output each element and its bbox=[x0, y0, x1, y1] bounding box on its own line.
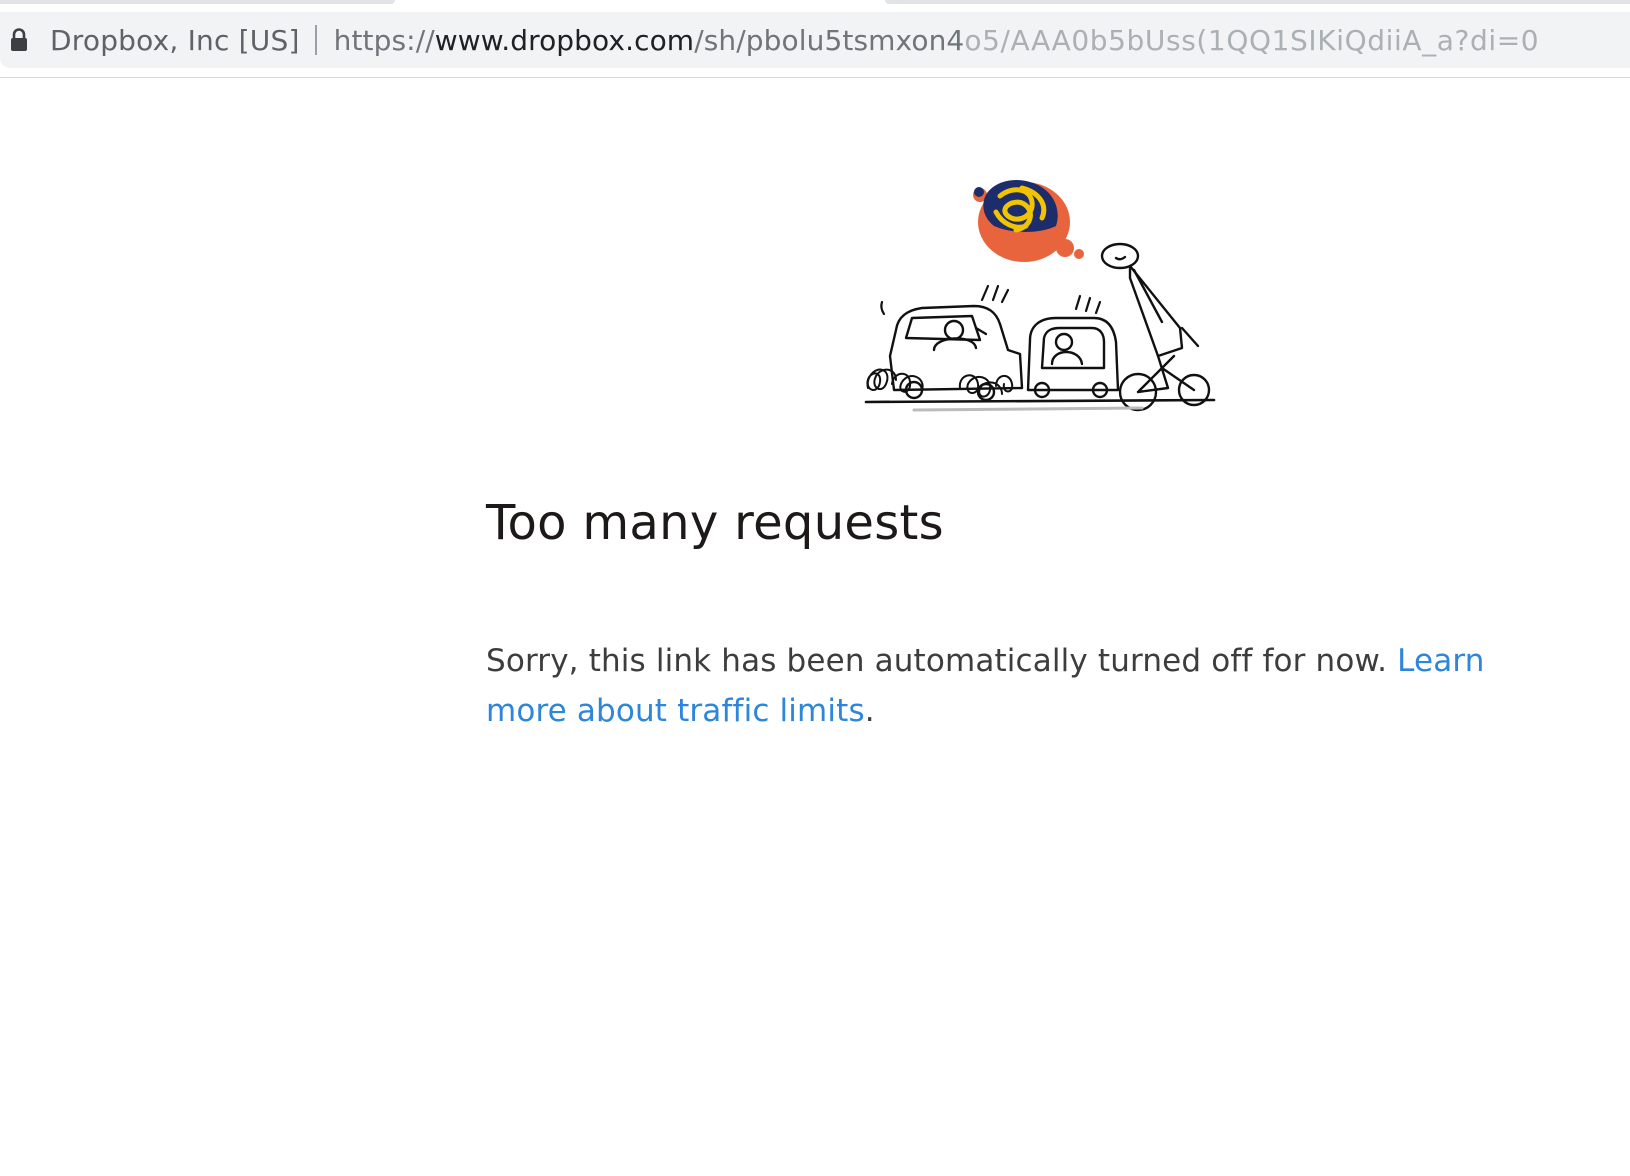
ground-line bbox=[864, 398, 1216, 404]
url-host: www.dropbox.com bbox=[434, 23, 695, 57]
first-car bbox=[888, 304, 1024, 392]
browser-chrome: Dropbox, Inc [US] https://www.dropbox.co… bbox=[0, 0, 1630, 78]
lock-icon[interactable] bbox=[9, 27, 29, 53]
exhaust-scribbles bbox=[866, 368, 1014, 398]
traffic-jam-illustration bbox=[862, 178, 1224, 430]
error-message: Sorry, this link has been automatically … bbox=[486, 636, 1546, 736]
address-bar[interactable]: Dropbox, Inc [US] https://www.dropbox.co… bbox=[0, 12, 1630, 68]
tab-strip bbox=[0, 0, 1630, 5]
ground-shadow bbox=[912, 406, 1144, 412]
url-obscured-tail: o5/AAA0b5bUss(1QQ1SIKiQdiiA_a?di=0 bbox=[964, 23, 1540, 57]
message-text: Sorry, this link has been automatically … bbox=[486, 643, 1398, 679]
inactive-tab-edge[interactable] bbox=[885, 0, 1630, 4]
page-title: Too many requests bbox=[486, 495, 944, 551]
url-scheme: https:// bbox=[333, 23, 435, 57]
message-period: . bbox=[864, 693, 875, 729]
inactive-tab-edge[interactable] bbox=[0, 0, 395, 4]
second-car bbox=[1026, 316, 1120, 392]
url-path: /sh/pbolu5tsmxon4 bbox=[694, 23, 965, 57]
balloon bbox=[973, 180, 1084, 262]
omnibox-divider bbox=[314, 25, 317, 55]
illustration-svg bbox=[864, 180, 1216, 412]
site-identity[interactable]: Dropbox, Inc [US] bbox=[50, 24, 300, 57]
url-text[interactable]: https://www.dropbox.com/sh/pbolu5tsmxon4… bbox=[334, 24, 1540, 57]
